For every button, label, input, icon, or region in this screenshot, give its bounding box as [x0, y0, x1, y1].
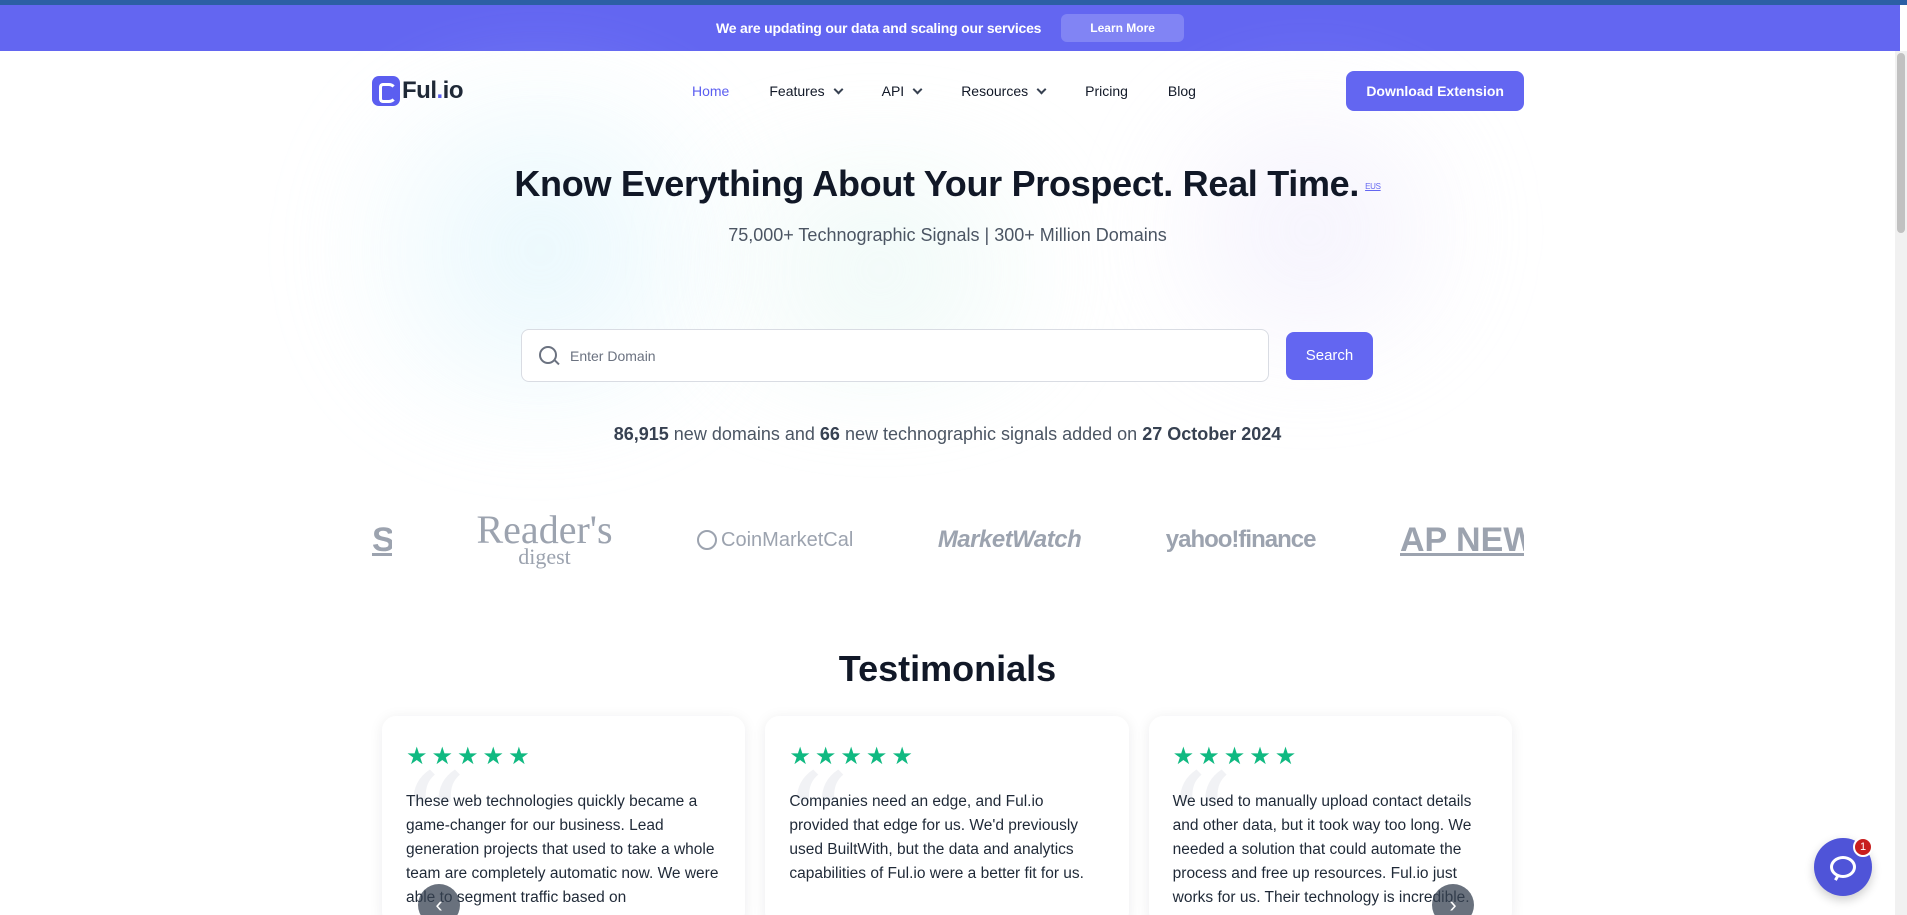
star-icon: ★ [840, 743, 862, 770]
stat-signals-text: new technographic signals added on [844, 424, 1138, 444]
stat-date: 27 October 2024 [1142, 424, 1282, 444]
hero-title: Know Everything About Your Prospect. Rea… [514, 163, 1381, 204]
testimonial-card: “ ★ ★ ★ ★ ★ Companies need an edge, and Ful.… [765, 716, 1129, 915]
nav-features[interactable]: Features [769, 83, 844, 99]
stat-domains-count: 86,915 [613, 424, 669, 444]
stats-line: 86,915 new domains and 66 new technograp… [0, 424, 1895, 445]
stat-domains-text: new domains and [673, 424, 815, 444]
star-icon: ★ [457, 743, 479, 770]
download-extension-button[interactable]: Download Extension [1346, 71, 1524, 111]
star-icon: ★ [891, 743, 913, 770]
coinmarketcal-icon [697, 530, 718, 550]
testimonials-heading: Testimonials [838, 648, 1057, 689]
nav-api[interactable]: API [882, 83, 923, 99]
testimonial-text: Companies need an edge, and Ful.io provi… [789, 793, 1084, 882]
star-icon: ★ [1198, 743, 1220, 770]
yahoo-finance-logo: yahoo!finance [1165, 526, 1317, 553]
site-header: Ful.io Home Features API Resources Prici… [372, 68, 1524, 114]
testimonials-carousel: “ ★ ★ ★ ★ ★ These web technologies quickly b… [382, 716, 1512, 915]
search-icon [538, 345, 560, 367]
nav-blog[interactable]: Blog [1168, 83, 1196, 99]
star-icon: ★ [431, 743, 454, 770]
announcement-text: We are updating our data and scaling our… [716, 20, 1042, 36]
star-icon: ★ [508, 743, 530, 770]
chevron-down-icon [1036, 84, 1047, 94]
coinmarketcal-logo: CoinMarketCal [697, 529, 853, 552]
readers-digest-logo: Reader's digest [476, 510, 613, 569]
main-nav: Home Features API Resources Pricing Blog [692, 83, 1196, 99]
star-icon: ★ [482, 743, 505, 770]
star-icon: ★ [406, 743, 428, 770]
star-icon: ★ [1274, 743, 1297, 770]
star-icon: ★ [814, 743, 837, 770]
chat-notification-badge: 1 [1853, 837, 1873, 857]
chat-icon [1830, 856, 1856, 878]
nav-home[interactable]: Home [692, 83, 729, 99]
star-rating: ★ ★ ★ ★ ★ [1172, 743, 1488, 770]
nav-pricing[interactable]: Pricing [1085, 83, 1128, 99]
domain-input[interactable] [570, 335, 1268, 376]
star-icon: ★ [865, 743, 888, 770]
ap-news-logo: AP NEWS [1399, 520, 1524, 559]
hero-subtitle: 75,000+ Technographic Signals | 300+ Mil… [728, 225, 1167, 245]
chevron-down-icon [833, 84, 844, 94]
announcement-bar: We are updating our data and scaling our… [0, 5, 1900, 51]
search-button[interactable]: Search [1286, 331, 1373, 380]
logo-text: Ful.io [402, 77, 464, 104]
learn-more-button[interactable]: Learn More [1061, 14, 1184, 42]
site-logo[interactable]: Ful.io [372, 76, 672, 106]
chevron-down-icon [912, 84, 923, 94]
marketwatch-logo: MarketWatch [937, 526, 1082, 553]
logo-icon [372, 76, 400, 106]
star-icon: ★ [789, 743, 811, 770]
page-scrollbar[interactable] [1895, 51, 1907, 915]
star-icon: ★ [1172, 743, 1195, 770]
press-logo-partial: S [372, 520, 392, 559]
stat-signals-count: 66 [819, 424, 840, 444]
press-logos: S Reader's digest CoinMarketCal MarketWat… [372, 510, 1524, 570]
search-box[interactable] [521, 329, 1269, 382]
hero-badge[interactable]: EUS [1365, 182, 1381, 191]
star-rating: ★ ★ ★ ★ ★ [789, 743, 1104, 770]
nav-resources[interactable]: Resources [961, 83, 1047, 99]
star-rating: ★ ★ ★ ★ ★ [406, 743, 721, 770]
scrollbar-thumb[interactable] [1897, 53, 1905, 233]
star-icon: ★ [1223, 743, 1246, 770]
domain-search: Search [521, 329, 1373, 382]
star-icon: ★ [1249, 743, 1271, 770]
